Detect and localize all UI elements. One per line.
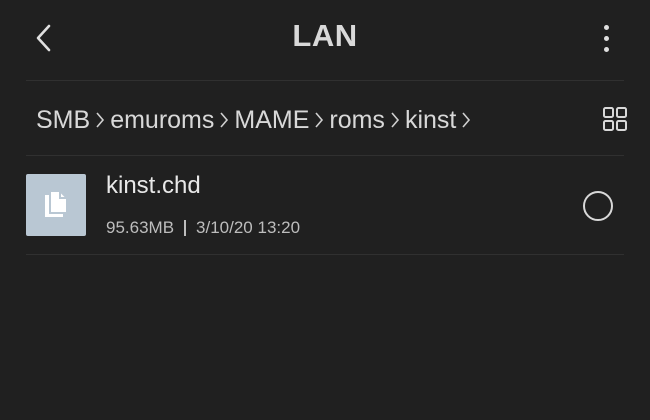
breadcrumb-item-mame[interactable]: MAME: [234, 100, 309, 140]
more-vertical-icon-dot: [603, 46, 609, 52]
file-list-item[interactable]: kinst.chd 95.63MB 3/10/20 13:20: [26, 170, 624, 242]
select-checkbox[interactable]: [583, 191, 613, 221]
file-row-divider: [26, 254, 624, 255]
breadcrumb-item-smb[interactable]: SMB: [36, 100, 90, 140]
chevron-right-icon: [214, 100, 234, 140]
breadcrumb: SMB emuroms MAME roms kinst: [36, 100, 556, 140]
breadcrumb-divider: [26, 155, 624, 156]
file-browser-screen: LAN SMB emuroms MAME roms kinst kinst.ch…: [0, 0, 650, 420]
chevron-right-icon: [456, 100, 476, 140]
breadcrumb-item-kinst[interactable]: kinst: [405, 100, 456, 140]
file-name: kinst.chd: [106, 172, 201, 199]
page-title: LAN: [292, 18, 358, 53]
more-options-button[interactable]: [588, 16, 624, 60]
grid-view-icon: [603, 107, 627, 131]
meta-separator: [184, 220, 187, 236]
file-meta: 95.63MB 3/10/20 13:20: [106, 218, 300, 238]
breadcrumb-item-roms[interactable]: roms: [329, 100, 385, 140]
header-divider: [26, 80, 624, 81]
chevron-right-icon: [385, 100, 405, 140]
chevron-right-icon: [309, 100, 329, 140]
chevron-right-icon: [90, 100, 110, 140]
more-vertical-icon: [603, 24, 609, 30]
file-thumbnail: [26, 174, 86, 236]
view-toggle-button[interactable]: [602, 106, 628, 132]
top-app-bar: LAN: [0, 0, 650, 80]
file-copy-icon: [45, 190, 68, 217]
file-size: 95.63MB: [106, 218, 175, 237]
more-vertical-icon-dot: [603, 35, 609, 41]
file-date: 3/10/20 13:20: [196, 218, 301, 237]
breadcrumb-item-emuroms[interactable]: emuroms: [110, 100, 214, 140]
